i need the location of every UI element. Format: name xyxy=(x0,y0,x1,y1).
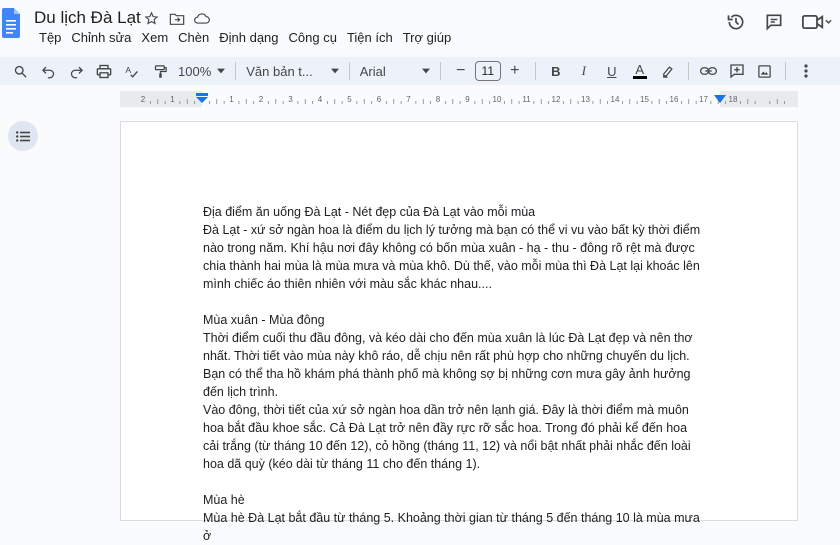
font-dropdown[interactable]: Arial xyxy=(356,64,434,79)
ruler-label: 13 xyxy=(581,95,590,104)
comments-icon[interactable] xyxy=(764,12,784,32)
toolbar-divider xyxy=(235,62,237,80)
ruler-label: 11 xyxy=(522,95,531,104)
doc-empty-line xyxy=(203,473,703,491)
ruler-label: 1 xyxy=(229,95,234,104)
bold-button[interactable]: B xyxy=(544,59,568,83)
add-comment-icon[interactable] xyxy=(725,59,749,83)
doc-empty-line xyxy=(203,293,703,311)
document-page[interactable]: Địa điểm ăn uống Đà Lạt - Nét đẹp của Đà… xyxy=(120,121,798,543)
insert-link-icon[interactable] xyxy=(697,59,721,83)
zoom-dropdown[interactable]: 100% xyxy=(174,64,229,79)
toolbar-divider xyxy=(687,62,689,80)
right-indent-marker-icon[interactable] xyxy=(714,95,726,103)
ruler-label: 1 xyxy=(170,95,175,104)
menu-file[interactable]: Tệp xyxy=(34,30,66,46)
ruler-label: 6 xyxy=(377,95,382,104)
doc-section-heading: Mùa xuân - Mùa đông xyxy=(203,313,325,327)
star-icon[interactable] xyxy=(143,10,160,27)
highlight-color-icon[interactable] xyxy=(656,59,680,83)
ruler-label: 7 xyxy=(406,95,411,104)
text-color-label: A xyxy=(635,61,645,77)
menu-insert[interactable]: Chèn xyxy=(173,30,214,46)
menu-extensions[interactable]: Tiện ích xyxy=(342,30,398,46)
ruler-label: 9 xyxy=(465,95,470,104)
menu-edit[interactable]: Chỉnh sửa xyxy=(66,30,136,46)
insert-image-icon[interactable] xyxy=(753,59,777,83)
toolbar-divider xyxy=(348,62,350,80)
spellcheck-icon[interactable]: A xyxy=(120,59,144,83)
print-icon[interactable] xyxy=(92,59,116,83)
chevron-down-icon xyxy=(217,68,226,74)
cloud-saved-icon[interactable] xyxy=(193,10,210,27)
ruler-label: 2 xyxy=(259,95,264,104)
horizontal-ruler[interactable]: 2 1 1 2 3 4 5 6 7 8 9 10 11 12 13 14 15 16 17 18 xyxy=(120,91,798,107)
docs-logo-icon[interactable] xyxy=(2,6,20,40)
underline-button[interactable]: U xyxy=(600,59,624,83)
document-outline-button[interactable] xyxy=(8,121,38,151)
ruler-label: 14 xyxy=(611,95,620,104)
undo-icon[interactable] xyxy=(36,59,60,83)
ruler-label: 12 xyxy=(552,95,561,104)
ruler-label: 2 xyxy=(141,95,146,104)
ruler-label: 17 xyxy=(699,95,708,104)
menu-bar: Tệp Chỉnh sửa Xem Chèn Định dạng Công cụ… xyxy=(34,30,456,46)
redo-icon[interactable] xyxy=(64,59,88,83)
svg-text:A: A xyxy=(125,64,131,74)
doc-paragraph: Mùa hè Đà Lạt bắt đầu từ tháng 5. Khoảng… xyxy=(203,511,700,543)
paint-format-icon[interactable] xyxy=(148,59,172,83)
ruler-label: 5 xyxy=(347,95,352,104)
doc-heading: Địa điểm ăn uống Đà Lạt - Nét đẹp của Đà… xyxy=(203,205,536,219)
document-body[interactable]: Địa điểm ăn uống Đà Lạt - Nét đẹp của Đà… xyxy=(203,203,703,545)
font-size-input[interactable]: 11 xyxy=(474,61,501,81)
ruler-label: 8 xyxy=(436,95,441,104)
toolbar-divider xyxy=(784,62,786,80)
version-history-icon[interactable] xyxy=(726,12,746,32)
ruler-label: 15 xyxy=(640,95,649,104)
menu-help[interactable]: Trợ giúp xyxy=(398,30,457,46)
font-value: Arial xyxy=(359,63,386,79)
toolbar-divider xyxy=(439,62,441,80)
zoom-value: 100% xyxy=(178,63,212,79)
more-options-icon[interactable] xyxy=(794,59,818,83)
decrease-font-size-button[interactable]: − xyxy=(449,59,473,83)
ruler-label: 18 xyxy=(729,95,738,104)
text-color-button[interactable]: A xyxy=(628,59,652,83)
search-menus-icon[interactable] xyxy=(8,59,32,83)
doc-section-heading: Mùa hè xyxy=(203,493,245,507)
title-bar: Du lịch Đà Lạt Tệp Chỉnh sửa Xem Chèn Đị… xyxy=(0,0,840,52)
meet-video-icon[interactable] xyxy=(802,13,832,31)
ruler-label: 4 xyxy=(318,95,323,104)
italic-button[interactable]: I xyxy=(572,59,596,83)
ruler-label: 3 xyxy=(288,95,293,104)
doc-paragraph: Thời điểm cuối thu đầu đông, và kéo dài … xyxy=(203,331,693,399)
paragraph-style-dropdown[interactable]: Văn bản t... xyxy=(242,64,343,79)
ruler-label: 16 xyxy=(670,95,679,104)
menu-view[interactable]: Xem xyxy=(136,30,173,46)
toolbar-divider xyxy=(534,62,536,80)
chevron-down-icon xyxy=(421,68,430,74)
increase-font-size-button[interactable]: + xyxy=(503,59,527,83)
paragraph-style-value: Văn bản t... xyxy=(246,63,313,79)
menu-tools[interactable]: Công cụ xyxy=(284,30,342,46)
move-folder-icon[interactable] xyxy=(168,10,185,27)
left-indent-marker-icon[interactable] xyxy=(196,93,208,103)
doc-paragraph: Đà Lạt - xứ sở ngàn hoa là điểm du lịch … xyxy=(203,223,701,291)
doc-paragraph: Vào đông, thời tiết của xứ sở ngàn hoa d… xyxy=(203,403,691,471)
ruler-ticks: 2 1 1 2 3 4 5 6 7 8 9 10 11 12 13 14 15 16 17 18 xyxy=(120,91,798,107)
menu-format[interactable]: Định dạng xyxy=(214,30,283,46)
formatting-toolbar: A 100% Văn bản t... Arial − 11 + B I U A xyxy=(0,57,840,85)
ruler-label: 10 xyxy=(493,95,502,104)
outline-list-icon xyxy=(16,130,30,142)
chevron-down-icon xyxy=(330,68,339,74)
text-color-swatch xyxy=(632,75,647,79)
document-title[interactable]: Du lịch Đà Lạt xyxy=(34,8,141,28)
